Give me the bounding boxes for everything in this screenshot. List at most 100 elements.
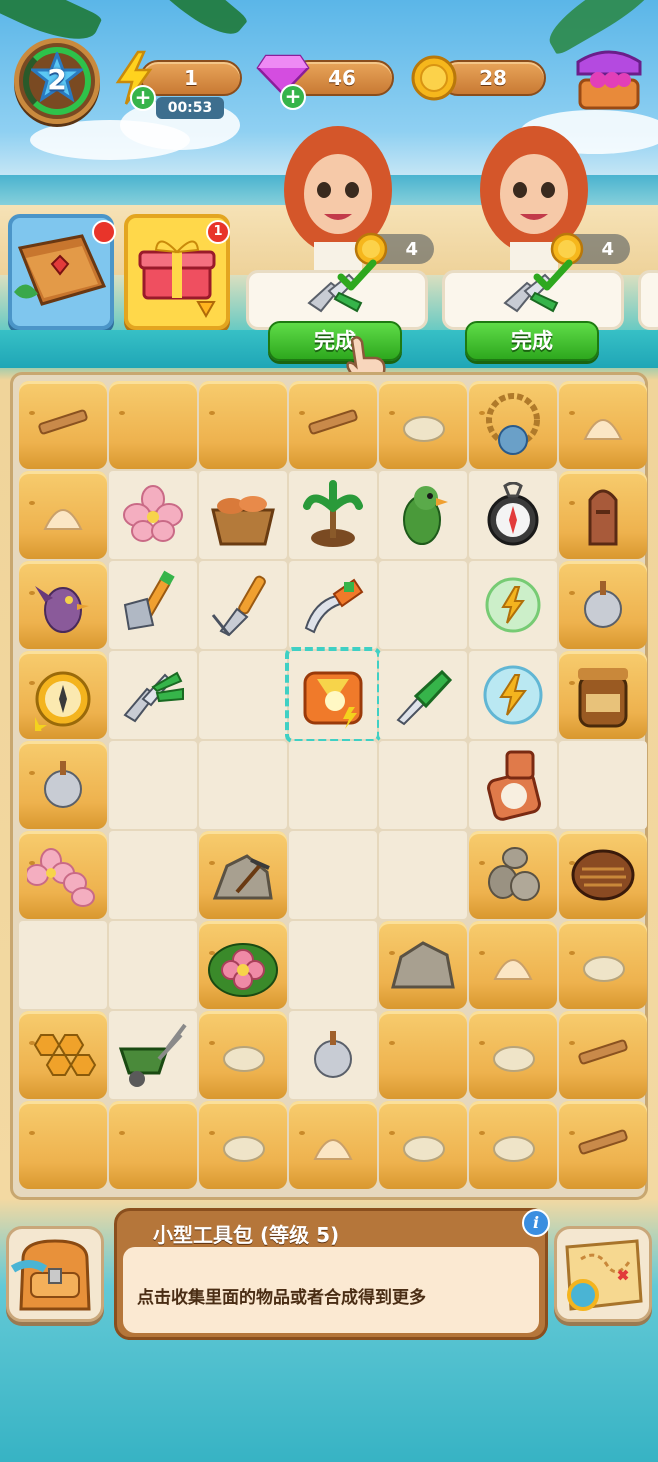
small-toolkit-icon	[289, 651, 377, 739]
gift-button[interactable]: 1	[124, 214, 230, 330]
board-cell-sand[interactable]	[559, 651, 647, 739]
wood-plank-icon	[559, 1101, 647, 1189]
board-cell[interactable]	[379, 561, 467, 649]
board-cell[interactable]	[289, 831, 377, 919]
board-cell-sand[interactable]	[19, 381, 107, 469]
board-cell-sand[interactable]	[559, 1101, 647, 1189]
board-cell[interactable]	[109, 831, 197, 919]
stone-pile-icon	[469, 831, 557, 919]
board-cell-sand[interactable]	[559, 831, 647, 919]
flower-icon	[109, 471, 197, 559]
board-cell[interactable]	[289, 741, 377, 829]
board-cell-sand[interactable]	[379, 1101, 467, 1189]
shop-icon	[576, 50, 642, 110]
board-cell-sand[interactable]	[19, 1011, 107, 1099]
flower-bush-icon	[199, 921, 287, 1009]
board-cell-sand[interactable]	[19, 1101, 107, 1189]
golden-compass-icon	[19, 651, 107, 739]
board-cell[interactable]	[199, 471, 287, 559]
board-cell-sand[interactable]	[199, 381, 287, 469]
board-cell-sand[interactable]	[469, 381, 557, 469]
journal-button[interactable]	[8, 214, 116, 330]
board-cell-sand[interactable]	[469, 1101, 557, 1189]
board-cell-sand[interactable]	[559, 471, 647, 559]
board-cell-sand[interactable]	[19, 561, 107, 649]
order-card-partial[interactable]	[638, 270, 658, 330]
board-cell-sand[interactable]	[559, 1011, 647, 1099]
info-icon[interactable]: i	[522, 1209, 550, 1237]
board-cell-sand[interactable]	[199, 1101, 287, 1189]
board-cell-sand[interactable]	[199, 831, 287, 919]
shop-button[interactable]	[576, 40, 642, 112]
board-cell-sand[interactable]	[559, 381, 647, 469]
board-cell[interactable]	[559, 741, 647, 829]
board-cell[interactable]	[109, 741, 197, 829]
board-cell-selected[interactable]	[285, 647, 381, 743]
check-icon	[337, 259, 377, 291]
board-cell[interactable]	[289, 921, 377, 1009]
stone-statue-icon	[559, 471, 647, 559]
add-gems-button[interactable]: +	[280, 84, 306, 110]
board-cell-sand[interactable]	[289, 1101, 377, 1189]
board-cell-sand[interactable]	[19, 741, 107, 829]
board-cell[interactable]	[379, 831, 467, 919]
board-cell[interactable]	[379, 741, 467, 829]
board-cell[interactable]	[469, 741, 557, 829]
pruning-shears-icon	[109, 651, 197, 739]
gem-value: 46	[328, 66, 356, 90]
board-cell[interactable]	[469, 561, 557, 649]
board-cell-sand[interactable]	[19, 831, 107, 919]
board-cell-sand[interactable]	[199, 921, 287, 1009]
board-cell[interactable]	[109, 561, 197, 649]
board-cell[interactable]	[109, 651, 197, 739]
copper-compass-icon	[469, 741, 557, 829]
board-cell[interactable]	[109, 921, 197, 1009]
board-cell[interactable]	[199, 561, 287, 649]
energy-timer: 00:53	[156, 97, 224, 119]
board-cell[interactable]	[199, 651, 287, 739]
treasure-map-button[interactable]	[554, 1226, 652, 1322]
board-cell-sand[interactable]	[109, 1101, 197, 1189]
board-cell[interactable]	[379, 651, 467, 739]
board-cell[interactable]	[109, 1011, 197, 1099]
board-cell-sand[interactable]	[469, 831, 557, 919]
board-cell-sand[interactable]	[379, 381, 467, 469]
sickle-icon	[199, 561, 287, 649]
board-cell-sand[interactable]	[289, 381, 377, 469]
board-cell-sand[interactable]	[469, 1011, 557, 1099]
board-cell[interactable]	[109, 471, 197, 559]
rock-pickaxe-icon	[199, 831, 287, 919]
merge-board	[10, 372, 648, 1200]
board-cell-sand[interactable]	[379, 921, 467, 1009]
board-cell-sand[interactable]	[109, 381, 197, 469]
board-cell-sand[interactable]	[379, 1011, 467, 1099]
gift-badge: 1	[206, 220, 230, 244]
spinning-top-icon	[19, 741, 107, 829]
board-cell[interactable]	[469, 471, 557, 559]
board-cell[interactable]	[19, 921, 107, 1009]
board-cell-sand[interactable]	[19, 651, 107, 739]
board-cell[interactable]	[289, 471, 377, 559]
board-cell-sand[interactable]	[559, 921, 647, 1009]
sand-rock-icon	[199, 1101, 287, 1189]
board-cell-sand[interactable]	[199, 1011, 287, 1099]
board-cell-sand[interactable]	[559, 561, 647, 649]
inventory-button[interactable]	[6, 1226, 104, 1322]
board-cell[interactable]	[469, 651, 557, 739]
parrot-icon	[379, 471, 467, 559]
add-energy-button[interactable]: +	[130, 85, 156, 111]
honeycomb-icon	[19, 1011, 107, 1099]
seashell-icon	[469, 921, 557, 1009]
axe-icon	[109, 561, 197, 649]
order-reward-value: 4	[405, 238, 418, 260]
player-level-badge[interactable]: 2	[14, 38, 100, 124]
board-cell[interactable]	[289, 561, 377, 649]
complete-order-button[interactable]: 完成	[465, 321, 599, 361]
board-cell[interactable]	[199, 741, 287, 829]
board-cell[interactable]	[289, 1011, 377, 1099]
spinning-top-icon	[289, 1011, 377, 1099]
grilled-pie-icon	[559, 831, 647, 919]
board-cell-sand[interactable]	[469, 921, 557, 1009]
board-cell[interactable]	[379, 471, 467, 559]
board-cell-sand[interactable]	[19, 471, 107, 559]
